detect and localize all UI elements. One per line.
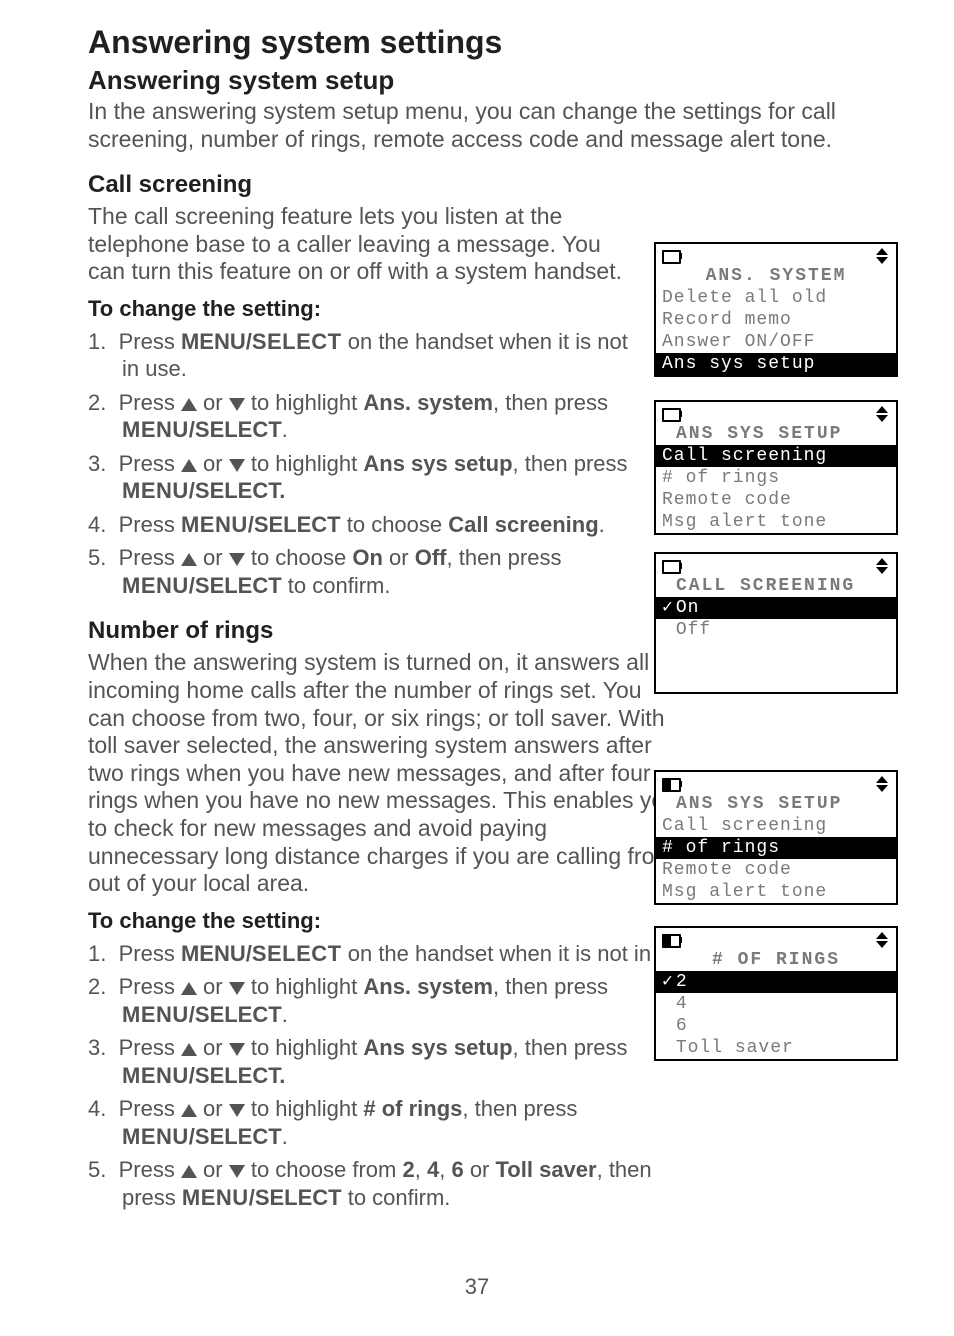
lcd-title: CALL SCREENING — [656, 576, 896, 596]
lcd-title: ANS SYS SETUP — [656, 794, 896, 814]
list-item: 2. Press or to highlight Ans. system, th… — [88, 973, 702, 1028]
lcd-row: Msg alert tone — [656, 881, 896, 903]
lcd-row: Answer ON/OFF — [656, 331, 896, 353]
change-setting-heading-2: To change the setting: — [88, 908, 628, 934]
battery-icon — [662, 776, 682, 790]
triangle-up-icon — [181, 1043, 197, 1056]
lcd-title: ANS SYS SETUP — [656, 424, 896, 444]
battery-icon — [662, 406, 682, 420]
triangle-up-icon — [181, 398, 197, 411]
lcd-ans-sys-setup-2: ANS SYS SETUP Call screening # of rings … — [654, 770, 898, 905]
lcd-call-screening: CALL SCREENING On Off — [654, 552, 898, 694]
lcd-title: ANS. SYSTEM — [656, 266, 896, 286]
page-number: 37 — [0, 1274, 954, 1300]
lcd-row-selected: Call screening — [656, 445, 896, 467]
battery-icon — [662, 932, 682, 946]
lcd-row-selected: On — [656, 597, 896, 619]
call-screening-body: The call screening feature lets you list… — [88, 203, 628, 286]
lcd-row: Call screening — [656, 815, 896, 837]
lcd-row: Record memo — [656, 309, 896, 331]
list-item: 5. Press or to choose from 2, 4, 6 or To… — [88, 1156, 702, 1211]
scroll-arrows-icon — [876, 248, 890, 268]
list-item: 4. Press MENU/SELECT to choose Call scre… — [88, 511, 628, 539]
scroll-arrows-icon — [876, 558, 890, 578]
lcd-row: 4 — [656, 993, 896, 1015]
triangle-up-icon — [181, 982, 197, 995]
battery-icon — [662, 248, 682, 262]
triangle-down-icon — [229, 398, 245, 411]
lcd-title: # OF RINGS — [656, 950, 896, 970]
scroll-arrows-icon — [876, 776, 890, 796]
lcd-row: Msg alert tone — [656, 511, 896, 533]
list-item: 1. Press MENU/SELECT on the handset when… — [88, 940, 702, 968]
setup-intro: In the answering system setup menu, you … — [88, 98, 904, 153]
battery-icon — [662, 558, 682, 572]
call-screening-steps: 1. Press MENU/SELECT on the handset when… — [88, 328, 628, 600]
lcd-row-selected: Ans sys setup — [656, 353, 896, 375]
lcd-row: # of rings — [656, 467, 896, 489]
triangle-up-icon — [181, 1104, 197, 1117]
num-rings-body: When the answering system is turned on, … — [88, 649, 678, 897]
lcd-ans-system: ANS. SYSTEM Delete all old Record memo A… — [654, 242, 898, 377]
lcd-num-of-rings: # OF RINGS 2 4 6 Toll saver — [654, 926, 898, 1061]
lcd-row-selected: 2 — [656, 971, 896, 993]
triangle-up-icon — [181, 459, 197, 472]
lcd-row-selected: # of rings — [656, 837, 896, 859]
scroll-arrows-icon — [876, 932, 890, 952]
lcd-row: 6 — [656, 1015, 896, 1037]
lcd-row: Delete all old — [656, 287, 896, 309]
lcd-ans-sys-setup-1: ANS SYS SETUP Call screening # of rings … — [654, 400, 898, 535]
list-item: 2. Press or to highlight Ans. system, th… — [88, 389, 628, 444]
triangle-down-icon — [229, 459, 245, 472]
triangle-down-icon — [229, 1043, 245, 1056]
page-title: Answering system settings — [88, 24, 904, 61]
change-setting-heading-1: To change the setting: — [88, 296, 628, 322]
lcd-row: Remote code — [656, 489, 896, 511]
list-item: 1. Press MENU/SELECT on the handset when… — [88, 328, 628, 383]
lcd-row: Remote code — [656, 859, 896, 881]
call-screening-heading: Call screening — [88, 171, 628, 199]
list-item: 3. Press or to highlight Ans sys setup, … — [88, 450, 628, 505]
triangle-up-icon — [181, 1165, 197, 1178]
setup-heading: Answering system setup — [88, 65, 904, 96]
triangle-down-icon — [229, 1165, 245, 1178]
triangle-down-icon — [229, 982, 245, 995]
triangle-down-icon — [229, 553, 245, 566]
list-item: 5. Press or to choose On or Off, then pr… — [88, 544, 628, 599]
scroll-arrows-icon — [876, 406, 890, 426]
lcd-row: Off — [656, 619, 896, 641]
lcd-row: Toll saver — [656, 1037, 896, 1059]
list-item: 4. Press or to highlight # of rings, the… — [88, 1095, 702, 1150]
list-item: 3. Press or to highlight Ans sys setup, … — [88, 1034, 702, 1089]
num-rings-heading: Number of rings — [88, 617, 628, 645]
triangle-down-icon — [229, 1104, 245, 1117]
num-rings-steps: 1. Press MENU/SELECT on the handset when… — [88, 940, 702, 1212]
triangle-up-icon — [181, 553, 197, 566]
